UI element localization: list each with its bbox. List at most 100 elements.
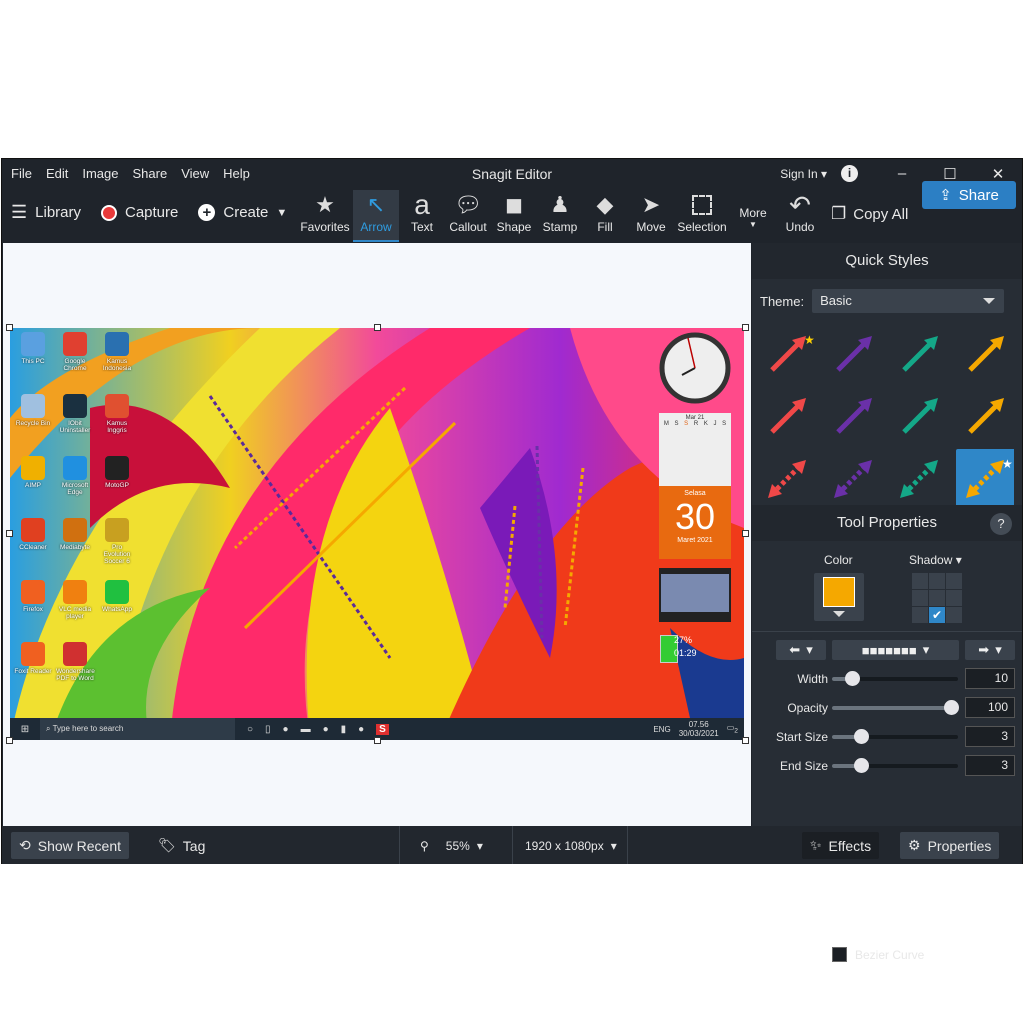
quick-style[interactable]	[890, 449, 952, 507]
sign-in-button[interactable]: Sign In ▾	[780, 167, 827, 181]
desktop-icon[interactable]: IObit Uninstaller	[56, 394, 94, 434]
desktop-icon[interactable]: WhatsApp	[98, 580, 136, 613]
desktop-icon[interactable]: AIMP	[14, 456, 52, 489]
quick-style[interactable]: ★	[758, 325, 820, 383]
tool-arrow[interactable]: ↖ Arrow	[353, 190, 399, 242]
shadow-cell[interactable]	[912, 573, 928, 589]
tool-text[interactable]: a Text	[399, 189, 445, 242]
quick-style[interactable]	[956, 387, 1014, 445]
desktop-icon[interactable]: Microsoft Edge	[56, 456, 94, 496]
zoom-dropdown[interactable]: ⚲ 55% ▾	[412, 832, 491, 859]
tool-favorites[interactable]: ★ Favorites	[300, 190, 350, 242]
quick-style[interactable]	[890, 325, 952, 383]
slider-track[interactable]	[832, 700, 959, 715]
slider-value-input[interactable]: 3	[965, 755, 1015, 776]
menu-help[interactable]: Help	[223, 166, 250, 181]
shadow-cell-selected[interactable]: ✔	[929, 607, 945, 623]
undo-button[interactable]: ↶ Undo	[777, 190, 823, 242]
dimensions-dropdown[interactable]: 1920 x 1080px ▾	[517, 832, 625, 859]
menu-file[interactable]: File	[11, 166, 32, 181]
quick-style[interactable]	[758, 449, 820, 507]
tool-callout[interactable]: 💬︎ Callout	[445, 190, 491, 242]
quick-style[interactable]	[824, 449, 886, 507]
resize-handle[interactable]	[6, 324, 13, 331]
close-button[interactable]: ✕	[974, 165, 1022, 183]
minimize-button[interactable]: –	[878, 165, 926, 182]
menu-image[interactable]: Image	[82, 166, 118, 181]
slider-thumb[interactable]	[854, 729, 869, 744]
desktop-icon[interactable]: Firefox	[14, 580, 52, 613]
shadow-cell[interactable]	[912, 590, 928, 606]
tool-stamp[interactable]: ♟ Stamp	[537, 190, 583, 242]
quick-style[interactable]: ★	[956, 449, 1014, 507]
slider-track[interactable]	[832, 758, 958, 773]
quick-style[interactable]	[890, 387, 952, 445]
color-picker[interactable]	[814, 573, 864, 621]
desktop-icon[interactable]: Kamus Inggris	[98, 394, 136, 434]
resize-handle[interactable]	[374, 737, 381, 744]
theme-select[interactable]: Basic	[812, 289, 1005, 313]
effects-button[interactable]: ✨︎ Effects	[802, 832, 880, 859]
desktop-icon[interactable]: VLC media player	[56, 580, 94, 620]
bezier-curve-checkbox[interactable]: Bezier Curve	[832, 947, 924, 962]
start-arrow-dropdown[interactable]: ⬅ ▾	[776, 640, 826, 660]
help-button[interactable]: ?	[990, 513, 1012, 535]
quick-style[interactable]	[824, 387, 886, 445]
desktop-icon[interactable]: This PC	[14, 332, 52, 365]
quick-style[interactable]	[758, 387, 820, 445]
taskbar-search[interactable]: ⌕ Type here to search	[40, 718, 235, 740]
show-recent-button[interactable]: ⟲ Show Recent	[11, 832, 130, 859]
menu-share[interactable]: Share	[133, 166, 168, 181]
end-arrow-dropdown[interactable]: ➡ ▾	[965, 640, 1015, 660]
desktop-icon[interactable]: Recycle Bin	[14, 394, 52, 427]
more-button[interactable]: More ▼	[730, 206, 776, 236]
tool-move[interactable]: ➤ Move	[628, 190, 674, 242]
resize-handle[interactable]	[374, 324, 381, 331]
desktop-icon[interactable]: Google Chrome	[56, 332, 94, 372]
properties-button[interactable]: ⚙ Properties	[900, 832, 1000, 859]
create-button[interactable]: + Create ▼	[198, 204, 287, 221]
slider-track[interactable]	[832, 729, 958, 744]
line-style-dropdown[interactable]: ■■■■■■■ ▾	[832, 640, 959, 660]
shadow-cell[interactable]	[912, 607, 928, 623]
shadow-cell[interactable]	[929, 573, 945, 589]
resize-handle[interactable]	[6, 737, 13, 744]
desktop-icon[interactable]: Kamus Indonesia	[98, 332, 136, 372]
notifications-icon[interactable]: ▭2	[727, 723, 738, 735]
resize-handle[interactable]	[742, 737, 749, 744]
info-icon[interactable]: i	[841, 165, 858, 182]
maximize-button[interactable]: ☐	[926, 165, 974, 183]
slider-thumb[interactable]	[845, 671, 860, 686]
canvas[interactable]: This PC Google Chrome Kamus Indonesia Recyc…	[3, 243, 751, 826]
capture-button[interactable]: Capture	[101, 204, 178, 221]
desktop-icon[interactable]: MotoGP	[98, 456, 136, 489]
tag-button[interactable]: 🏷︎ Tag	[150, 832, 213, 859]
resize-handle[interactable]	[742, 324, 749, 331]
quick-style[interactable]	[824, 325, 886, 383]
desktop-icon[interactable]: Pro Evolution Soccer 6	[98, 518, 136, 565]
desktop-icon[interactable]: Mediabyte	[56, 518, 94, 551]
checkbox[interactable]	[832, 947, 847, 962]
slider-thumb[interactable]	[854, 758, 869, 773]
slider-thumb[interactable]	[944, 700, 959, 715]
shadow-cell[interactable]	[946, 590, 962, 606]
slider-track[interactable]	[832, 671, 958, 686]
resize-handle[interactable]	[742, 530, 749, 537]
slider-value-input[interactable]: 100	[965, 697, 1015, 718]
desktop-icon[interactable]: Foxit Reader	[14, 642, 52, 675]
shadow-cell[interactable]	[946, 607, 962, 623]
tool-fill[interactable]: ◆ Fill	[582, 190, 628, 242]
slider-value-input[interactable]: 10	[965, 668, 1015, 689]
tool-selection[interactable]: Selection	[676, 190, 728, 242]
copy-all-button[interactable]: ❐ Copy All	[831, 204, 908, 224]
shadow-cell[interactable]	[929, 590, 945, 606]
library-button[interactable]: ☰ Library	[11, 202, 81, 223]
menu-view[interactable]: View	[181, 166, 209, 181]
share-button[interactable]: ⇪ Share	[922, 181, 1016, 209]
desktop-icon[interactable]: Wondershare PDF to Word	[56, 642, 95, 682]
shadow-cell[interactable]	[946, 573, 962, 589]
shadow-grid[interactable]: ✔	[912, 573, 962, 623]
windows-start-icon[interactable]: ⊞	[10, 724, 40, 735]
menu-edit[interactable]: Edit	[46, 166, 68, 181]
resize-handle[interactable]	[6, 530, 13, 537]
